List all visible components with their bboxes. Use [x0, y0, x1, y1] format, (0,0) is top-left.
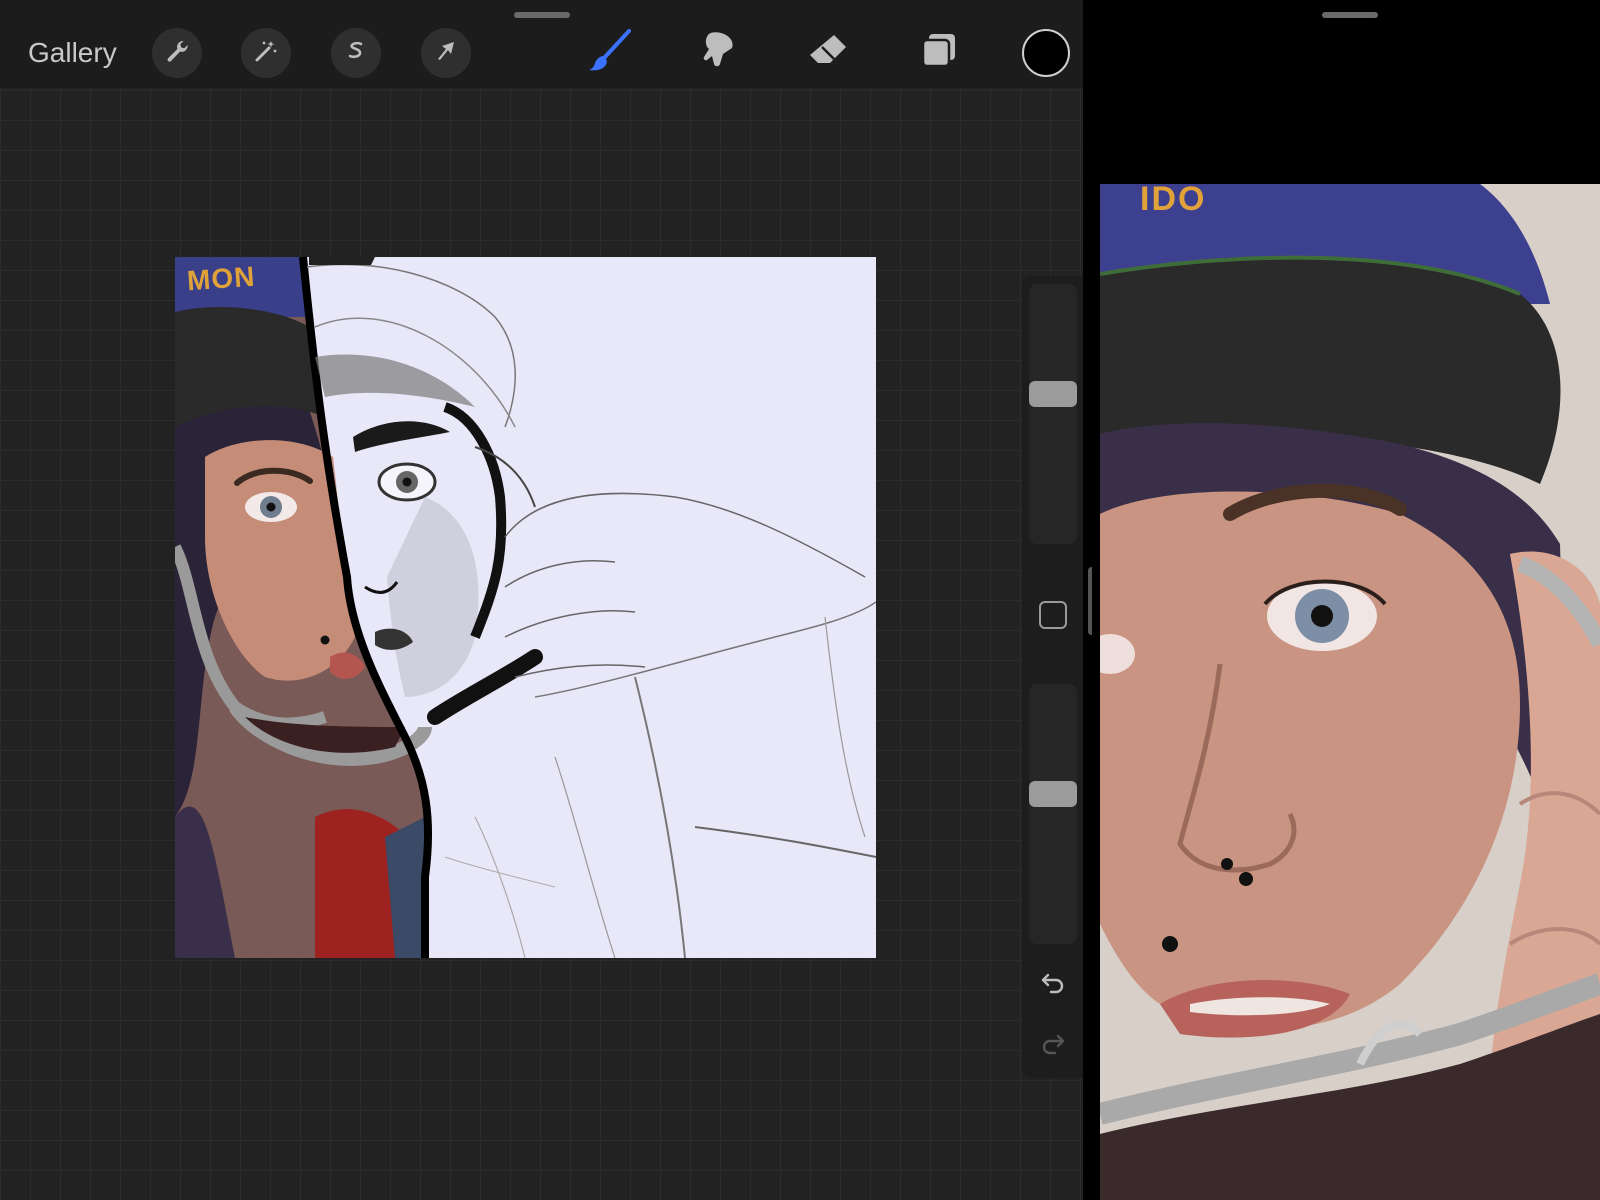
selection-s-icon	[343, 38, 369, 69]
redo-arrow-icon	[1039, 1030, 1067, 1063]
brush-icon	[585, 27, 633, 80]
adjustments-button[interactable]	[241, 28, 291, 78]
opacity-slider[interactable]	[1029, 684, 1077, 944]
layers-button[interactable]	[913, 28, 963, 78]
color-picker-button[interactable]	[1022, 29, 1070, 77]
reference-photo-pane: IDO	[1092, 0, 1600, 1200]
multitasking-handle[interactable]	[514, 12, 570, 18]
drawing-canvas[interactable]: MON	[175, 257, 876, 958]
smudge-button[interactable]	[693, 28, 743, 78]
arrow-cursor-icon	[433, 38, 459, 69]
procreate-split-view: Gallery MON IDO	[0, 0, 1600, 1200]
eraser-button[interactable]	[803, 28, 853, 78]
undo-arrow-icon	[1039, 969, 1067, 1002]
procreate-workspace: Gallery MON	[0, 0, 1083, 1200]
canvas-hat-text: MON	[185, 260, 257, 297]
photo-image	[1100, 184, 1600, 1200]
wrench-icon	[164, 38, 190, 69]
top-toolbar: Gallery	[0, 0, 1083, 88]
brush-button[interactable]	[584, 28, 634, 78]
multitasking-handle[interactable]	[1322, 12, 1378, 18]
modify-button[interactable]	[1039, 601, 1067, 629]
opacity-thumb[interactable]	[1029, 781, 1077, 807]
selection-button[interactable]	[331, 28, 381, 78]
actions-button[interactable]	[152, 28, 202, 78]
artwork	[175, 257, 876, 958]
brush-size-slider[interactable]	[1029, 284, 1077, 544]
reference-photo[interactable]: IDO	[1100, 184, 1600, 1200]
brush-sidebar	[1022, 276, 1083, 1078]
photo-hat-text: IDO	[1140, 184, 1207, 218]
layers-icon	[917, 30, 959, 77]
eraser-icon	[806, 29, 850, 78]
brush-size-thumb[interactable]	[1029, 381, 1077, 407]
redo-button[interactable]	[1038, 1031, 1068, 1061]
undo-button[interactable]	[1038, 970, 1068, 1000]
transform-button[interactable]	[421, 28, 471, 78]
gallery-button[interactable]: Gallery	[28, 36, 117, 70]
smudge-finger-icon	[696, 29, 740, 78]
magic-wand-icon	[253, 38, 279, 69]
